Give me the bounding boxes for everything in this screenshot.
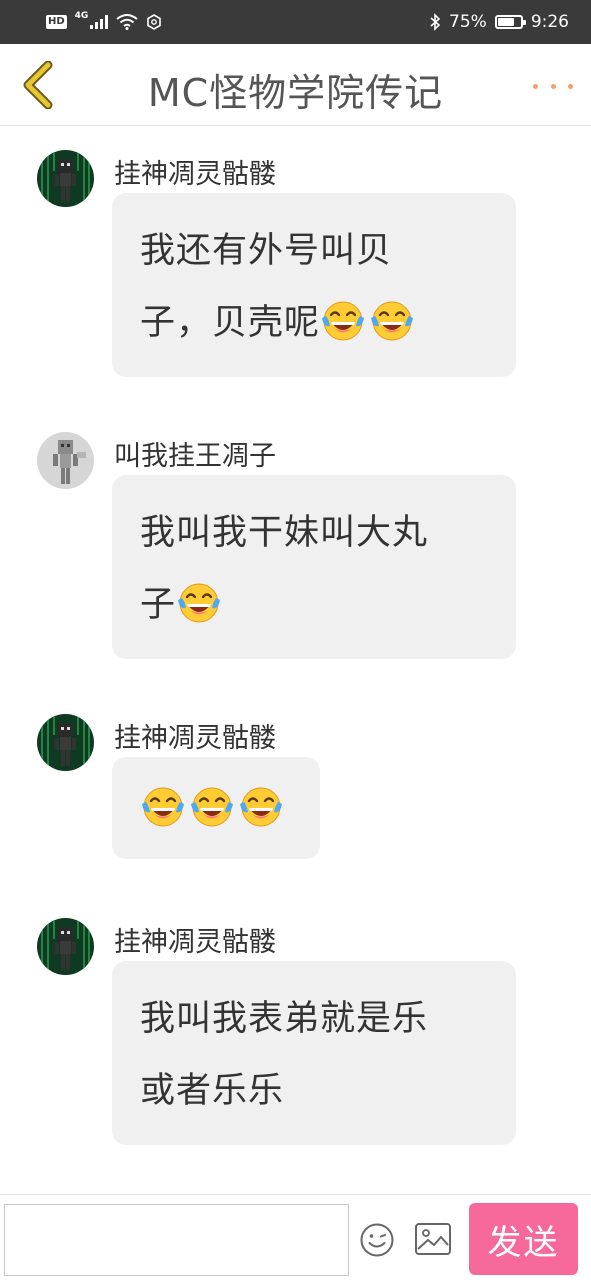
status-bar: HD 4G 75% 9:26: [0, 0, 591, 44]
status-bar-right: 75% 9:26: [429, 12, 569, 32]
page-title: MC怪物学院传记: [147, 71, 444, 115]
status-bar-left: HD 4G: [46, 11, 162, 30]
more-button[interactable]: [533, 76, 573, 96]
input-bar: 发送: [0, 1194, 591, 1280]
message-text: 子: [140, 585, 177, 625]
message-text: 我叫我表弟就是乐: [140, 999, 429, 1039]
sync-icon: [147, 14, 162, 30]
send-button[interactable]: 发送: [469, 1203, 578, 1275]
message-line: 子，贝壳呢: [140, 287, 488, 359]
bluetooth-icon: [430, 13, 441, 31]
signal-icon: [90, 15, 109, 29]
gray-skeleton-avatar: [37, 432, 94, 489]
title-bar: MC怪物学院传记: [0, 44, 591, 126]
clock: 9:26: [530, 12, 569, 32]
wither-skeleton-avatar: [37, 714, 94, 771]
laughing-tears-emoji: [320, 301, 369, 343]
message-bubble[interactable]: 我叫我表弟就是乐 或者乐乐: [112, 961, 516, 1145]
avatar[interactable]: [37, 918, 94, 975]
message-text: 子，贝壳呢: [140, 303, 321, 343]
hd-badge: HD: [46, 15, 67, 29]
network-type: 4G: [74, 11, 89, 21]
message-line: 子: [140, 569, 488, 641]
sender-name: 挂神凋灵骷髅: [114, 927, 276, 958]
message-bubble[interactable]: 我叫我干妹叫大丸 子: [112, 475, 516, 659]
sender-name: 挂神凋灵骷髅: [114, 723, 276, 754]
wifi-icon: [116, 14, 138, 30]
laughing-tears-emoji: [369, 301, 418, 343]
more-dots-icon: [533, 83, 538, 89]
battery-percent: 75%: [449, 12, 487, 32]
message-text: 我叫我干妹叫大丸: [140, 513, 429, 553]
emoji-button[interactable]: [359, 1222, 395, 1258]
avatar[interactable]: [37, 432, 94, 489]
avatar[interactable]: [37, 714, 94, 771]
sender-name: 挂神凋灵骷髅: [114, 159, 276, 190]
sender-name: 叫我挂王凋子: [114, 441, 276, 472]
message-text: 或者乐乐: [140, 1071, 285, 1111]
message-input[interactable]: [4, 1204, 349, 1276]
message-line: [140, 773, 292, 845]
image-button[interactable]: [414, 1222, 452, 1256]
avatar[interactable]: [37, 150, 94, 207]
laughing-tears-emoji: [238, 787, 287, 829]
wither-skeleton-avatar: [37, 150, 94, 207]
laughing-tears-emoji: [176, 583, 225, 625]
smiley-icon: [360, 1223, 394, 1257]
image-icon: [415, 1223, 451, 1255]
laughing-tears-emoji: [140, 787, 189, 829]
battery-icon: [494, 15, 526, 29]
message-text: 我还有外号叫贝: [140, 231, 393, 271]
laughing-tears-emoji: [189, 787, 238, 829]
message-bubble[interactable]: [112, 757, 320, 859]
message-bubble[interactable]: 我还有外号叫贝 子，贝壳呢: [112, 193, 516, 377]
message-list[interactable]: 挂神凋灵骷髅 我还有外号叫贝 子，贝壳呢 叫我挂王凋子 我叫我干妹叫大丸 子 挂…: [0, 126, 591, 1194]
wither-skeleton-avatar: [37, 918, 94, 975]
